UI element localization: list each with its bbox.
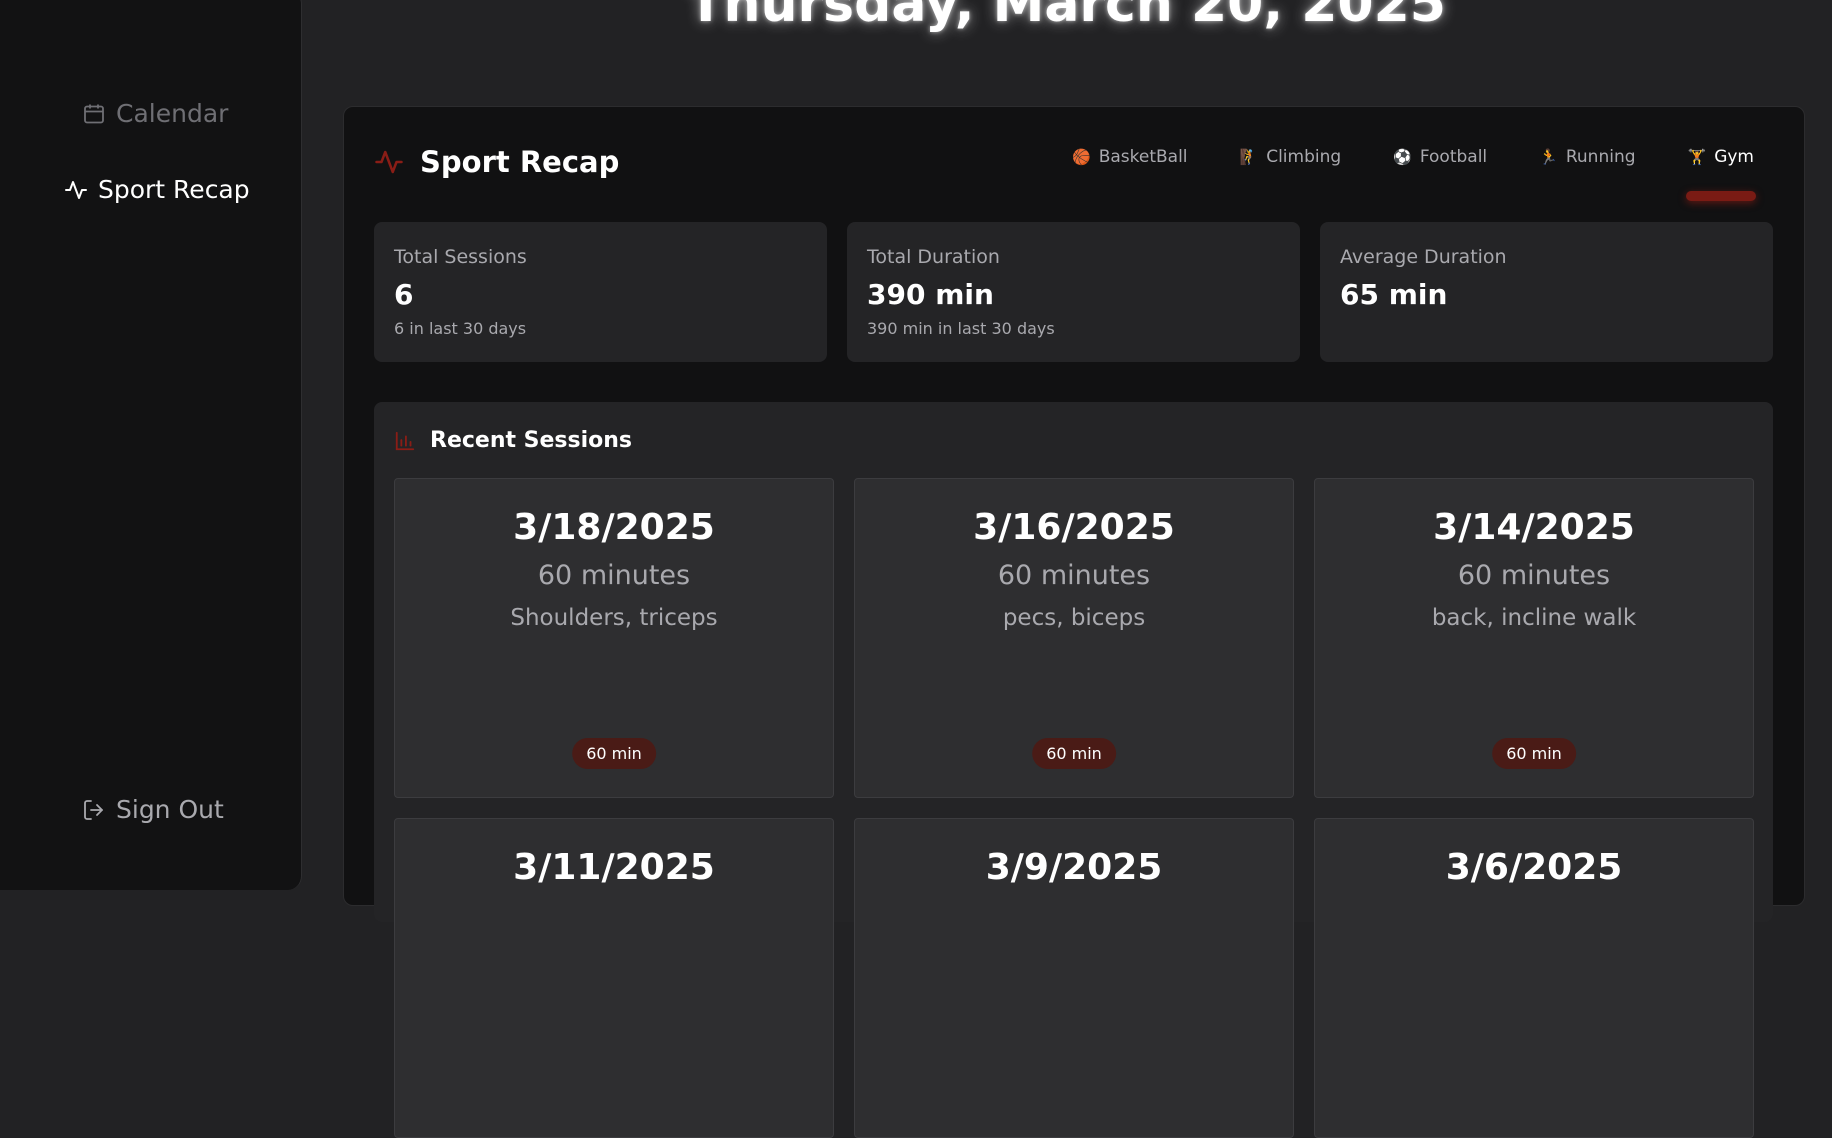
stat-label: Average Duration xyxy=(1340,246,1507,268)
tab-football[interactable]: ⚽ Football xyxy=(1393,147,1487,167)
bar-chart-icon xyxy=(395,431,415,450)
stat-label: Total Sessions xyxy=(394,246,527,268)
stat-subtext: 390 min in last 30 days xyxy=(867,319,1055,338)
session-description: pecs, biceps xyxy=(1002,605,1146,631)
basketball-icon: 🏀 xyxy=(1072,148,1091,166)
sidebar-item-label: Sport Recap xyxy=(98,175,250,204)
duration-badge: 60 min xyxy=(1032,738,1116,769)
climbing-icon: 🧗 xyxy=(1239,148,1259,166)
panel-title: Sport Recap xyxy=(420,145,620,179)
session-card[interactable]: 3/18/2025 60 minutes Shoulders, triceps … xyxy=(394,478,834,798)
stat-total-duration: Total Duration 390 min 390 min in last 3… xyxy=(847,222,1300,362)
tab-label: BasketBall xyxy=(1098,147,1188,167)
tab-label: Running xyxy=(1565,147,1636,167)
tab-label: Gym xyxy=(1714,147,1754,167)
sidebar-item-sport-recap[interactable]: Sport Recap xyxy=(64,175,250,204)
stat-value: 65 min xyxy=(1340,278,1448,311)
recent-sessions-header: Recent Sessions xyxy=(394,428,632,453)
session-date: 3/6/2025 xyxy=(1445,847,1623,888)
sport-tabs: 🏀 BasketBall 🧗 Climbing ⚽ Football 🏃 Run… xyxy=(1072,147,1757,201)
stat-value: 390 min xyxy=(867,278,994,311)
tab-label: Football xyxy=(1419,147,1488,167)
stat-average-duration: Average Duration 65 min xyxy=(1320,222,1773,362)
session-duration: 60 minutes xyxy=(537,560,691,591)
sign-out-button[interactable]: Sign Out xyxy=(82,795,224,824)
tab-label: Climbing xyxy=(1266,147,1342,167)
tab-gym[interactable]: 🏋 Gym xyxy=(1685,147,1757,201)
session-description: Shoulders, triceps xyxy=(510,605,718,631)
session-date: 3/9/2025 xyxy=(985,847,1163,888)
recent-sessions-title: Recent Sessions xyxy=(430,428,633,453)
session-date: 3/18/2025 xyxy=(513,507,715,548)
recent-sessions-section: Recent Sessions 3/18/2025 60 minutes Sho… xyxy=(374,402,1773,1138)
sidebar-item-calendar[interactable]: Calendar xyxy=(82,99,228,128)
session-description: back, incline walk xyxy=(1431,605,1637,631)
session-date: 3/16/2025 xyxy=(973,507,1175,548)
session-duration: 60 minutes xyxy=(1457,560,1611,591)
session-cards: 3/18/2025 60 minutes Shoulders, triceps … xyxy=(394,478,1754,1138)
running-icon: 🏃 xyxy=(1539,148,1558,166)
session-duration: 60 minutes xyxy=(997,560,1151,591)
stat-subtext: 6 in last 30 days xyxy=(394,319,527,338)
calendar-icon xyxy=(84,104,104,123)
sidebar-item-label: Calendar xyxy=(116,99,229,128)
session-card[interactable]: 3/6/2025 xyxy=(1314,818,1754,1138)
panel-header: Sport Recap xyxy=(374,145,619,179)
activity-icon xyxy=(375,150,403,174)
stat-label: Total Duration xyxy=(867,246,1000,268)
duration-badge: 60 min xyxy=(572,738,656,769)
session-card[interactable]: 3/11/2025 xyxy=(394,818,834,1138)
stats-row: Total Sessions 6 6 in last 30 days Total… xyxy=(374,222,1773,362)
stat-value: 6 xyxy=(394,278,414,311)
weightlifting-icon: 🏋 xyxy=(1687,148,1707,166)
session-date: 3/11/2025 xyxy=(513,847,715,888)
duration-badge: 60 min xyxy=(1492,738,1576,769)
page-title: Thursday, March 20, 2025 xyxy=(688,0,1446,34)
football-icon: ⚽ xyxy=(1393,148,1412,166)
session-card[interactable]: 3/9/2025 xyxy=(854,818,1294,1138)
activity-icon xyxy=(65,180,87,199)
session-card[interactable]: 3/14/2025 60 minutes back, incline walk … xyxy=(1314,478,1754,798)
sidebar: Calendar Sport Recap Sign Out xyxy=(0,0,302,890)
session-date: 3/14/2025 xyxy=(1433,507,1635,548)
tab-climbing[interactable]: 🧗 Climbing xyxy=(1240,147,1342,167)
sign-out-icon xyxy=(84,799,103,820)
sport-recap-panel: Sport Recap 🏀 BasketBall 🧗 Climbing ⚽ Fo… xyxy=(343,106,1805,1138)
tab-basketball[interactable]: 🏀 BasketBall xyxy=(1072,147,1188,167)
tab-running[interactable]: 🏃 Running xyxy=(1539,147,1635,167)
session-card[interactable]: 3/16/2025 60 minutes pecs, biceps 60 min xyxy=(854,478,1294,798)
sign-out-label: Sign Out xyxy=(116,795,224,824)
stat-total-sessions: Total Sessions 6 6 in last 30 days xyxy=(374,222,827,362)
